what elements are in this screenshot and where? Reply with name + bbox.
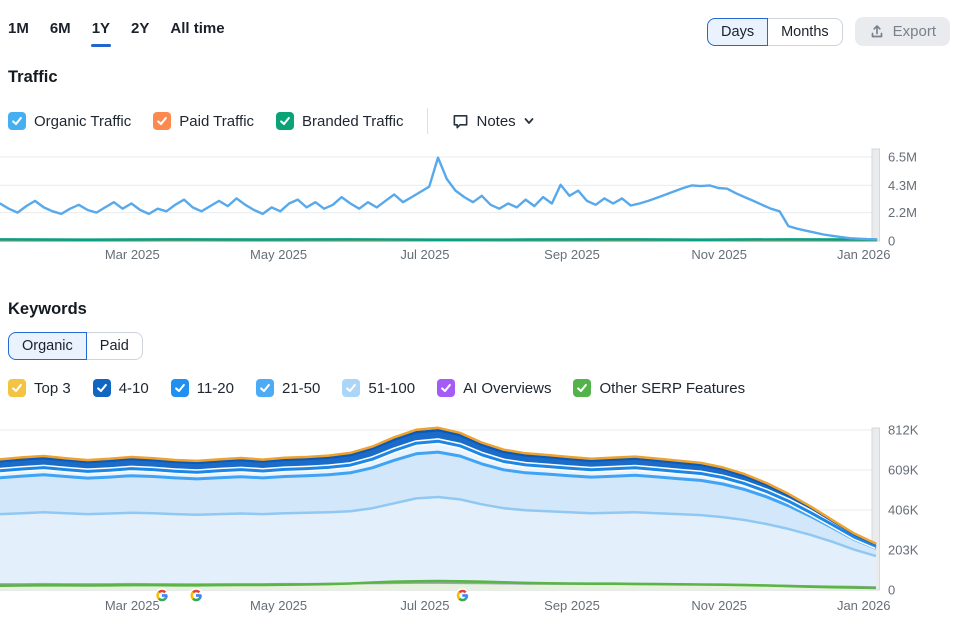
y-axis-label: 6.5M [888,150,917,165]
google-update-icon[interactable] [189,588,203,602]
legend-label: 51-100 [368,380,415,397]
checkbox-icon[interactable] [171,379,189,397]
legend-checkbox-51-100[interactable]: 51-100 [342,379,415,397]
legend-label: 11-20 [197,380,234,397]
google-update-icon[interactable] [455,588,469,602]
x-axis-label: Jul 2025 [400,598,449,613]
legend-label: Paid Traffic [179,113,254,130]
x-axis-label: May 2025 [250,598,307,613]
range-drag-handle[interactable] [872,149,880,241]
keywords-chart[interactable]: 812K 609K 406K 203K 0 Mar 2025 May 2025 Jul 202… [0,417,962,622]
legend-label: Other SERP Features [599,380,745,397]
y-axis-label: 609K [888,463,919,478]
x-axis-label: Jul 2025 [400,247,449,262]
x-axis-label: Mar 2025 [105,247,160,262]
notes-label: Notes [476,113,515,130]
toggle-months[interactable]: Months [767,18,843,46]
checkbox-icon[interactable] [153,112,171,130]
legend-label: Organic Traffic [34,113,131,130]
y-axis-label: 4.3M [888,178,917,193]
legend-divider [427,108,428,134]
x-axis-label: Jan 2026 [837,598,891,613]
legend-checkbox-paid-traffic[interactable]: Paid Traffic [153,112,254,130]
legend-checkbox-branded-traffic[interactable]: Branded Traffic [276,112,403,130]
legend-checkbox-ai-overviews[interactable]: AI Overviews [437,379,551,397]
checkbox-icon[interactable] [256,379,274,397]
checkbox-icon[interactable] [573,379,591,397]
organic-paid-toggle: OrganicPaid [8,332,143,360]
checkbox-icon[interactable] [276,112,294,130]
range-tab-2y[interactable]: 2Y [131,20,149,43]
traffic-chart-svg[interactable]: 6.5M4.3M2.2M0Mar 2025May 2025Jul 2025Sep… [0,148,962,266]
legend-label: Branded Traffic [302,113,403,130]
legend-label: AI Overviews [463,380,551,397]
y-axis-label: 203K [888,543,919,558]
line-organic-traffic [0,158,876,240]
x-axis-label: May 2025 [250,247,307,262]
range-tab-1y[interactable]: 1Y [92,20,110,43]
x-axis-label: Nov 2025 [691,247,747,262]
legend-checkbox-21-50[interactable]: 21-50 [256,379,320,397]
x-axis-label: Sep 2025 [544,247,600,262]
traffic-chart[interactable]: 6.5M4.3M2.2M0Mar 2025May 2025Jul 2025Sep… [0,148,962,266]
checkbox-icon[interactable] [93,379,111,397]
keywords-toggle-paid[interactable]: Paid [86,332,143,360]
y-axis-label: 0 [888,583,895,598]
range-tab-all-time[interactable]: All time [170,20,224,43]
x-axis-label: Nov 2025 [691,598,747,613]
y-axis-label: 2.2M [888,205,917,220]
legend-label: Top 3 [34,380,71,397]
traffic-section-title: Traffic [8,68,58,87]
header-controls: DaysMonths Export [707,17,950,46]
checkbox-icon[interactable] [8,379,26,397]
days-months-toggle: DaysMonths [707,18,843,46]
notes-icon [452,113,469,130]
keywords-chart-svg[interactable]: 812K 609K 406K 203K 0 Mar 2025 May 2025 Jul 202… [0,417,962,622]
legend-label: 21-50 [282,380,320,397]
notes-dropdown[interactable]: Notes [452,113,534,130]
google-update-icon[interactable] [155,588,169,602]
x-axis-label: Mar 2025 [105,598,160,613]
range-tab-6m[interactable]: 6M [50,20,71,43]
legend-checkbox-11-20[interactable]: 11-20 [171,379,234,397]
checkbox-icon[interactable] [342,379,360,397]
range-tab-1m[interactable]: 1M [8,20,29,43]
x-axis-label: Jan 2026 [837,247,891,262]
export-icon [869,24,885,40]
time-range-tabs: 1M 6M 1Y 2Y All time [8,20,225,43]
chevron-down-icon [523,115,535,127]
legend-checkbox-4-10[interactable]: 4-10 [93,379,149,397]
checkbox-icon[interactable] [437,379,455,397]
keywords-legend: Top 3 4-10 11-20 21-50 51-100 AI Overviews Oth… [8,379,745,397]
checkbox-icon[interactable] [8,112,26,130]
keywords-section-title: Keywords [8,300,87,319]
y-axis-label: 812K [888,423,919,438]
x-axis-label: Sep 2025 [544,598,600,613]
traffic-legend: Organic Traffic Paid Traffic Branded Traff… [8,108,535,134]
y-axis-label: 406K [888,503,919,518]
legend-checkbox-top-3[interactable]: Top 3 [8,379,71,397]
legend-label: 4-10 [119,380,149,397]
legend-checkbox-organic-traffic[interactable]: Organic Traffic [8,112,131,130]
legend-checkbox-other-serp-features[interactable]: Other SERP Features [573,379,745,397]
toggle-days[interactable]: Days [707,18,768,46]
export-label: Export [893,23,936,40]
keywords-toggle-organic[interactable]: Organic [8,332,87,360]
export-button[interactable]: Export [855,17,950,46]
